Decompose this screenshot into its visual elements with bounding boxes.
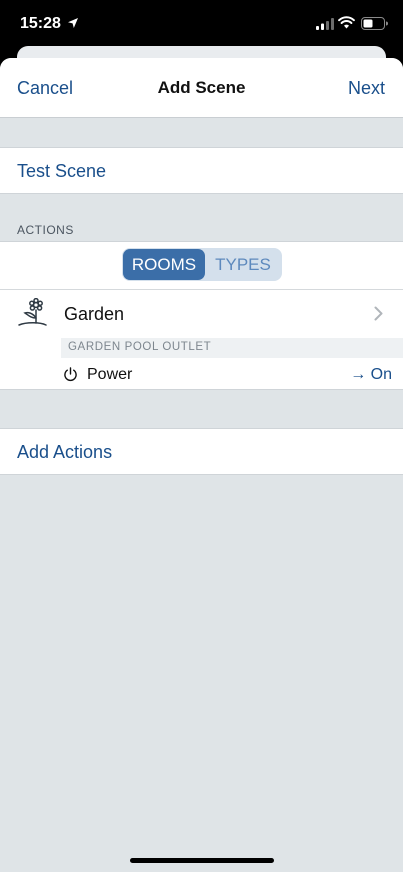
home-indicator[interactable] xyxy=(130,858,274,863)
page-title: Add Scene xyxy=(157,78,246,97)
navigation-bar: Cancel Add Scene Next xyxy=(0,58,403,118)
divider xyxy=(0,289,403,290)
location-arrow-icon xyxy=(68,18,78,28)
status-bar: 15:28 xyxy=(0,0,403,50)
rooms-types-segmented-control: ROOMS TYPES xyxy=(122,248,282,281)
room-name: Garden xyxy=(64,304,125,324)
wifi-icon xyxy=(338,16,355,29)
power-icon xyxy=(64,367,77,382)
flower-icon xyxy=(18,298,47,326)
battery-icon xyxy=(361,17,388,30)
segment-types[interactable]: TYPES xyxy=(205,249,281,280)
power-label: Power xyxy=(87,366,133,383)
scene-name-value: Test Scene xyxy=(17,161,107,181)
actions-list: ROOMS TYPES Garden GARDEN POOL OUTLET Po… xyxy=(0,241,403,390)
add-actions-button[interactable]: Add Actions xyxy=(0,428,403,475)
add-scene-sheet: Cancel Add Scene Next Test Scene ACTIONS… xyxy=(0,58,403,872)
cellular-signal-icon xyxy=(316,18,334,30)
accessory-header: GARDEN POOL OUTLET xyxy=(61,338,403,358)
actions-section-header: ACTIONS xyxy=(17,223,74,237)
chevron-right-icon xyxy=(374,306,383,321)
segment-rooms[interactable]: ROOMS xyxy=(123,249,205,280)
status-time: 15:28 xyxy=(20,15,61,32)
scene-name-field[interactable]: Test Scene xyxy=(0,147,403,194)
next-button[interactable]: Next xyxy=(348,78,385,99)
add-actions-label: Add Actions xyxy=(17,442,113,462)
accessory-name: GARDEN POOL OUTLET xyxy=(68,341,212,353)
power-value[interactable]: → On xyxy=(350,366,392,384)
